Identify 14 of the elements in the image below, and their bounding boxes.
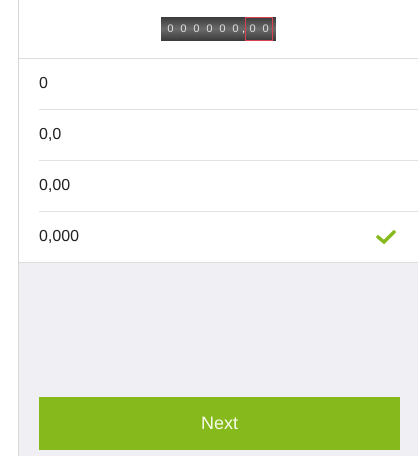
odometer-digit: 0 [261, 23, 270, 35]
option-row[interactable]: 0,00 [39, 161, 418, 212]
option-row[interactable]: 0 [39, 59, 418, 110]
odometer-digit: 0 [166, 23, 175, 35]
odometer-digit: 0 [231, 23, 240, 35]
option-row[interactable]: 0,000 [39, 212, 418, 262]
option-row[interactable]: 0,0 [39, 110, 418, 161]
odometer-digit: 0 [192, 23, 201, 35]
odometer-digit: 0 [248, 23, 257, 35]
odometer-digit: 0 [205, 23, 214, 35]
checkmark-icon [376, 229, 396, 245]
odometer-digit: 0 [179, 23, 188, 35]
decimal-separator: , [242, 23, 246, 35]
odometer-digit: 0 [218, 23, 227, 35]
